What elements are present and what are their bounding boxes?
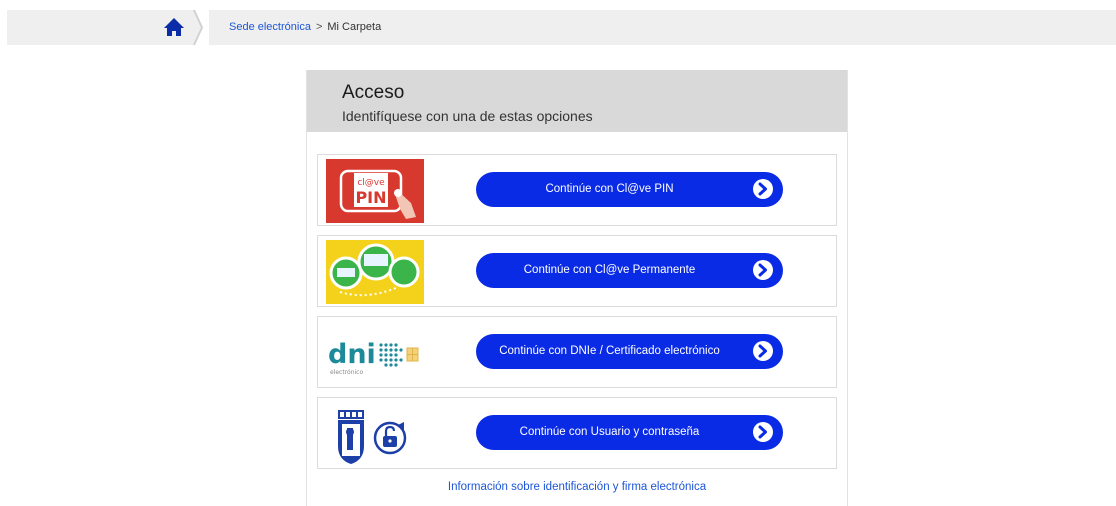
home-icon [164,10,209,45]
arrow-right-icon [753,341,773,361]
panel-header: Acceso Identifíquese con una de estas op… [307,70,847,132]
madrid-lock-logo [338,410,407,464]
breadcrumb-sede-link[interactable]: Sede electrónica [229,21,311,33]
clave-pin-logo: cl@ve PIN [326,159,424,223]
arrow-right-icon [753,260,773,280]
option-dnie: dni electrónico Continúe con DNIe / Cert… [317,316,837,388]
svg-text:cl@ve: cl@ve [357,178,385,188]
svg-text:PIN: PIN [355,188,386,207]
dnie-logo: dni electrónico [328,339,419,376]
identification-info-link[interactable]: Información sobre identificación y firma… [307,481,847,493]
clave-permanente-button[interactable]: Continúe con Cl@ve Permanente [476,253,783,288]
dnie-button[interactable]: Continúe con DNIe / Certificado electrón… [476,334,783,369]
option-clave-permanente: Continúe con Cl@ve Permanente [317,235,837,307]
panel-title: Acceso [342,82,405,103]
arrow-right-icon [753,179,773,199]
breadcrumb-current: Mi Carpeta [327,21,382,33]
breadcrumb-bar: Sede electrónica > Mi Carpeta [7,10,1116,45]
home-link[interactable] [157,10,209,45]
breadcrumb: Sede electrónica > Mi Carpeta [229,21,381,33]
clave-permanente-logo [326,240,424,304]
svg-text:dni: dni [328,339,376,370]
option-clave-pin: cl@ve PIN Continúe con Cl@ve PIN [317,154,837,226]
breadcrumb-separator: > [315,21,323,33]
panel-subtitle: Identifíquese con una de estas opciones [342,108,593,124]
usuario-contrasena-button[interactable]: Continúe con Usuario y contraseña [476,415,783,450]
option-usuario-contrasena: Continúe con Usuario y contraseña [317,397,837,469]
svg-text:electrónico: electrónico [330,369,363,376]
access-panel: Acceso Identifíquese con una de estas op… [306,70,848,506]
clave-pin-button[interactable]: Continúe con Cl@ve PIN [476,172,783,207]
arrow-right-icon [753,422,773,442]
